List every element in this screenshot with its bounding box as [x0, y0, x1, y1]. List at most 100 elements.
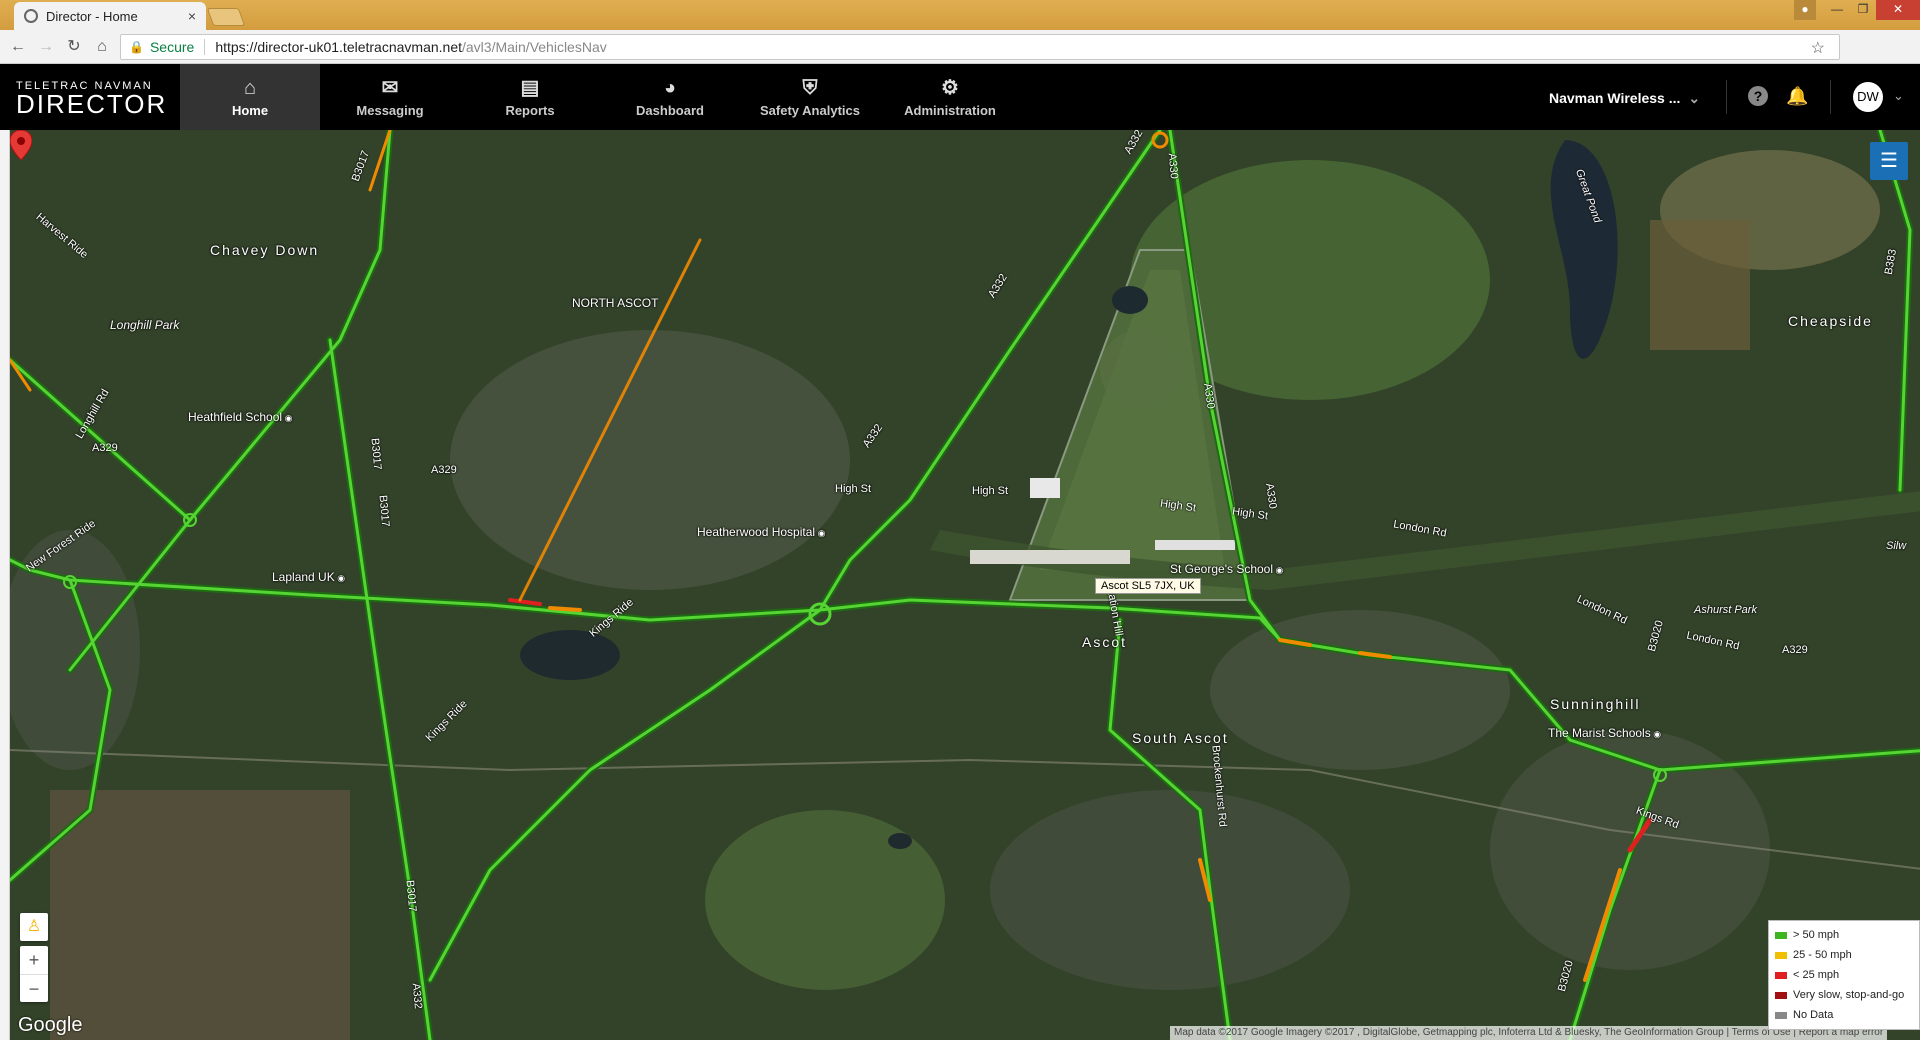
road-label: A329 — [431, 464, 457, 476]
nav-administration[interactable]: ⚙ Administration — [880, 64, 1020, 130]
road-label: A329 — [92, 442, 118, 454]
legend-item: > 50 mph — [1775, 925, 1913, 945]
legend-label: No Data — [1793, 1009, 1834, 1021]
tab-close-icon[interactable]: × — [188, 8, 196, 24]
browser-tab[interactable]: Director - Home × — [14, 2, 206, 30]
satellite-imagery — [10, 130, 1920, 1040]
legend-swatch — [1775, 991, 1787, 999]
url-host: https://director-uk01.teletracnavman.net — [215, 39, 462, 55]
divider — [1726, 80, 1727, 114]
account-selector[interactable]: Navman Wireless ... ⌄ — [1549, 90, 1700, 107]
new-tab-button[interactable] — [206, 8, 246, 26]
map-label: Sunninghill — [1550, 696, 1641, 712]
map-label: Chavey Down — [210, 242, 320, 258]
map-label: South Ascot — [1132, 730, 1229, 746]
avatar[interactable]: DW — [1853, 82, 1883, 112]
road-label: A329 — [1782, 644, 1808, 656]
reload-icon[interactable]: ↻ — [60, 33, 88, 61]
road-label: A330 — [1165, 152, 1180, 180]
secure-label: Secure — [149, 39, 195, 55]
shield-icon: ⛨ — [802, 76, 818, 99]
street-view-pegman-icon[interactable]: ♙ — [20, 913, 48, 941]
nav-home[interactable]: ⌂ Home — [180, 64, 320, 130]
nav-messaging-label: Messaging — [356, 102, 424, 118]
map-view[interactable]: Chavey Down NORTH ASCOT Longhill Park He… — [10, 130, 1920, 1040]
google-logo: Google — [18, 1014, 83, 1036]
window-controls: ● — ❐ ✕ — [1794, 0, 1920, 20]
divider — [1830, 80, 1831, 114]
account-name: Navman Wireless ... — [1549, 90, 1681, 106]
map-label: Ascot — [1082, 634, 1128, 650]
legend-swatch — [1775, 931, 1787, 939]
legend-label: < 25 mph — [1793, 969, 1840, 981]
legend-item: 25 - 50 mph — [1775, 945, 1913, 965]
marker-label: Ascot SL5 7JX, UK — [1095, 578, 1201, 594]
app-header: TELETRAC NAVMAN DIRECTOR ⌂ Home ✉ Messag… — [0, 64, 1920, 130]
browser-tab-strip: Director - Home × ● — ❐ ✕ — [0, 0, 1920, 30]
back-icon[interactable]: ← — [4, 33, 32, 61]
address-bar[interactable]: 🔒 Secure https://director-uk01.teletracn… — [120, 34, 1840, 60]
profile-icon[interactable]: ● — [1794, 0, 1816, 20]
home-icon: ⌂ — [243, 76, 257, 99]
tab-title: Director - Home — [46, 8, 138, 24]
gears-icon: ⚙ — [941, 76, 959, 99]
zoom-in-button[interactable]: + — [20, 946, 48, 974]
app-logo[interactable]: TELETRAC NAVMAN DIRECTOR — [16, 80, 168, 119]
close-window-icon[interactable]: ✕ — [1876, 0, 1920, 20]
map-label: Heathfield School — [188, 410, 292, 424]
url-path: /avl3/Main/VehiclesNav — [462, 39, 607, 55]
legend-item: < 25 mph — [1775, 965, 1913, 985]
nav-safety-analytics-label: Safety Analytics — [760, 102, 860, 118]
nav-dashboard[interactable]: ◕ Dashboard — [600, 64, 740, 130]
map-label: NORTH ASCOT — [572, 296, 659, 310]
legend-swatch — [1775, 951, 1787, 959]
traffic-legend: > 50 mph 25 - 50 mph < 25 mph Very slow,… — [1768, 920, 1920, 1030]
side-panel-handle[interactable] — [0, 130, 10, 1040]
lock-icon: 🔒 — [129, 40, 144, 54]
help-icon[interactable]: ? — [1748, 86, 1768, 106]
forward-icon[interactable]: → — [32, 33, 60, 61]
bookmark-star-icon[interactable]: ☆ — [1811, 38, 1825, 58]
map-label: Cheapside — [1788, 313, 1873, 329]
nav-reports-label: Reports — [505, 102, 555, 118]
nav-dashboard-label: Dashboard — [636, 102, 704, 118]
pie-chart-icon: ◕ — [663, 76, 677, 99]
minimize-icon[interactable]: — — [1824, 0, 1850, 20]
zoom-control: + − — [20, 946, 48, 1002]
bell-icon[interactable]: 🔔 — [1786, 86, 1808, 107]
map-label: Longhill Park — [110, 318, 180, 332]
chevron-down-icon[interactable]: ⌄ — [1893, 88, 1904, 104]
legend-label: > 50 mph — [1793, 929, 1840, 941]
legend-swatch — [1775, 1011, 1787, 1019]
zoom-out-button[interactable]: − — [20, 974, 48, 1002]
road-label: A332 — [409, 982, 424, 1010]
legend-swatch — [1775, 971, 1787, 979]
map-label: St George's School — [1170, 562, 1283, 576]
reports-icon: ▤ — [520, 76, 540, 99]
restore-icon[interactable]: ❐ — [1850, 0, 1876, 20]
nav-reports[interactable]: ▤ Reports — [460, 64, 600, 130]
home-page-icon[interactable]: ⌂ — [88, 33, 116, 61]
nav-administration-label: Administration — [904, 102, 996, 118]
logo-line2: DIRECTOR — [16, 89, 168, 119]
nav-safety-analytics[interactable]: ⛨ Safety Analytics — [740, 64, 880, 130]
legend-item: Very slow, stop-and-go — [1775, 985, 1913, 1005]
envelope-icon: ✉ — [381, 76, 399, 99]
map-label: Silw — [1886, 540, 1907, 552]
map-label: Heatherwood Hospital — [697, 525, 825, 539]
road-label: High St — [835, 483, 872, 495]
chevron-down-icon: ⌄ — [1688, 90, 1701, 106]
nav-home-label: Home — [231, 102, 269, 118]
map-label: The Marist Schools — [1548, 726, 1661, 740]
nav-messaging[interactable]: ✉ Messaging — [320, 64, 460, 130]
divider — [204, 39, 206, 55]
favicon-icon — [24, 9, 38, 23]
browser-toolbar: ← → ↻ ⌂ 🔒 Secure https://director-uk01.t… — [0, 30, 1920, 84]
legend-label: 25 - 50 mph — [1793, 949, 1852, 961]
map-menu-button[interactable]: ☰ — [1870, 142, 1908, 180]
legend-item: No Data — [1775, 1005, 1913, 1025]
location-pin-icon[interactable] — [10, 130, 32, 160]
map-label: Ashurst Park — [1694, 604, 1757, 616]
map-label: Lapland UK — [272, 570, 345, 584]
legend-label: Very slow, stop-and-go — [1793, 989, 1905, 1001]
